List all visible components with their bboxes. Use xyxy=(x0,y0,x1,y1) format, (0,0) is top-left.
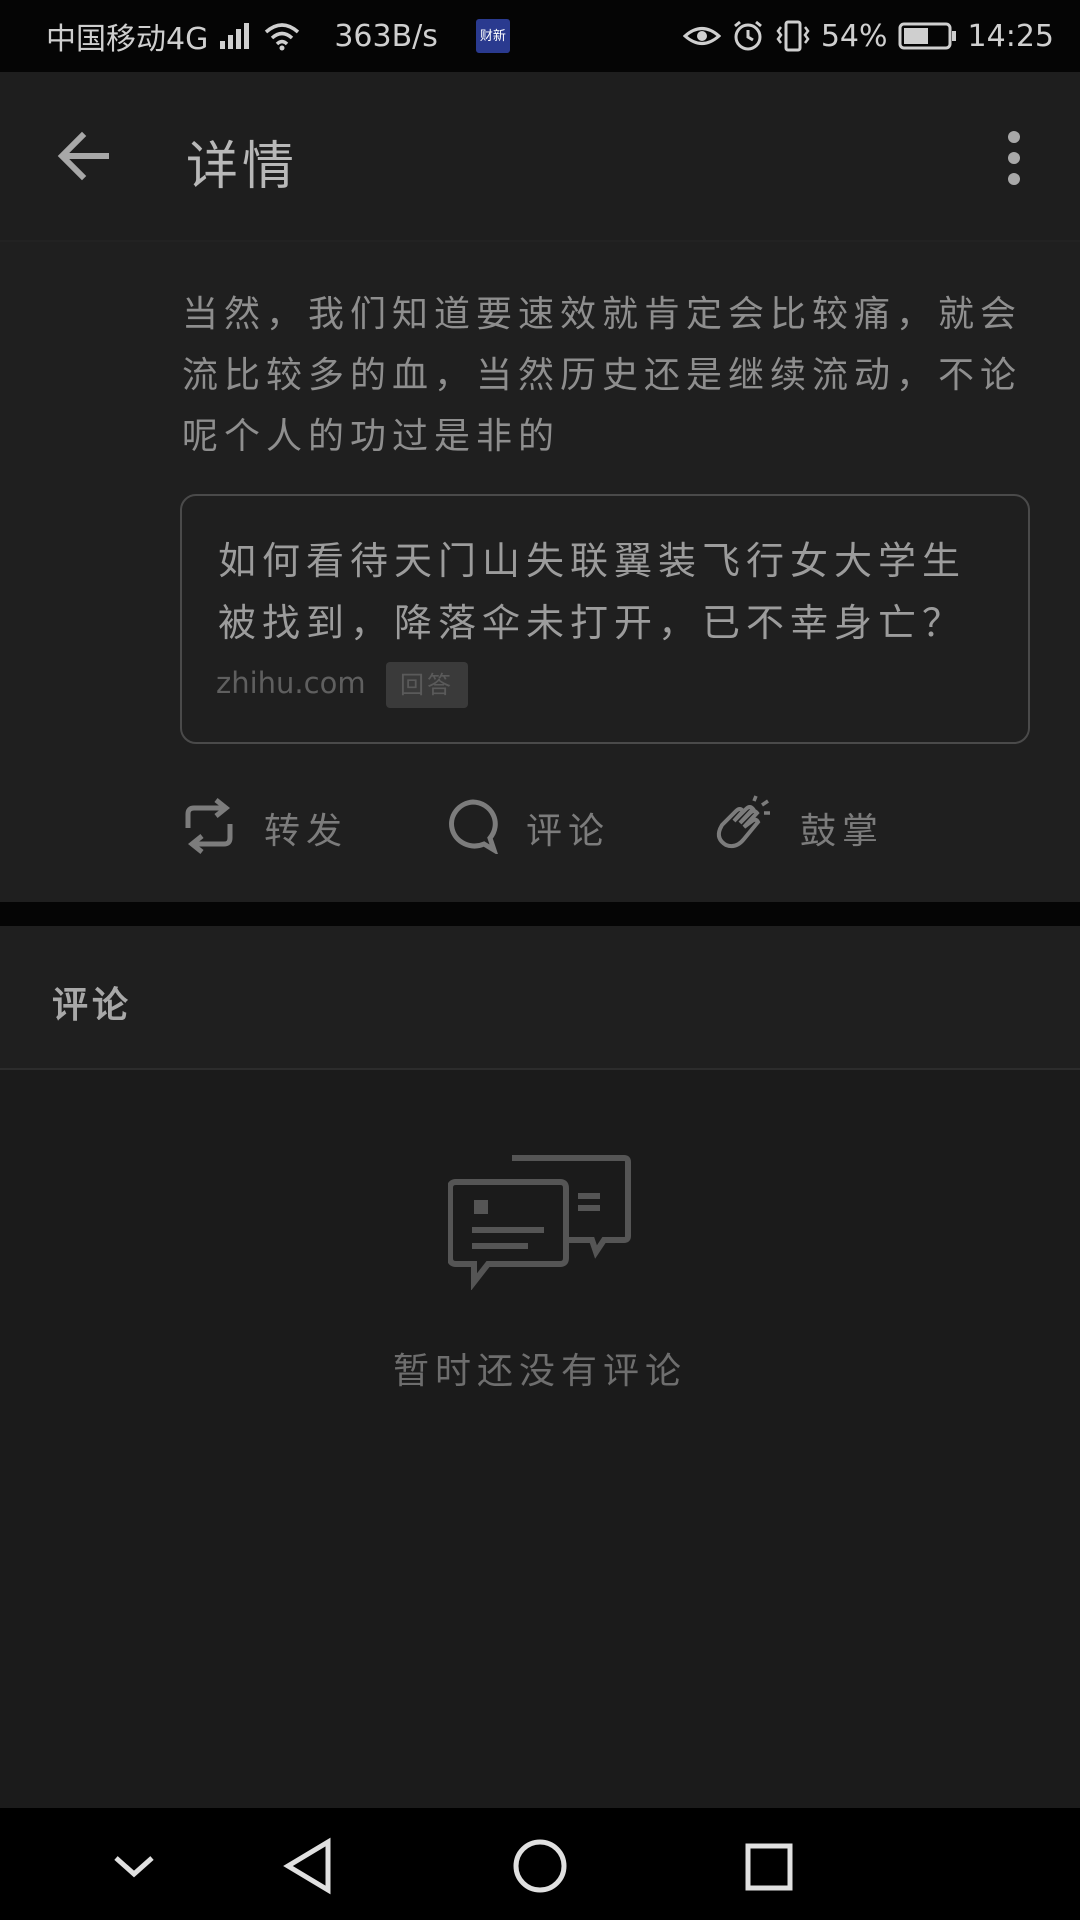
signal-icon xyxy=(218,21,252,51)
clap-label: 鼓掌 xyxy=(800,811,885,852)
empty-comments-text: 暂时还没有评论 xyxy=(392,1351,687,1392)
carrier-label: 中国移动4G xyxy=(46,22,209,57)
chevron-down-icon xyxy=(102,1856,166,1902)
repost-icon xyxy=(180,798,238,858)
net-speed: 363B/s xyxy=(334,18,438,54)
nav-hide-button[interactable] xyxy=(102,1834,166,1898)
square-recents-icon xyxy=(736,1843,800,1902)
page-title: 详情 xyxy=(186,137,299,197)
arrow-left-icon xyxy=(52,131,116,192)
link-card[interactable]: 如何看待天门山失联翼装飞行女大学生被找到，降落伞未打开，已不幸身亡？ zhihu… xyxy=(180,494,1030,744)
action-bar: 转发 评论 鼓掌 xyxy=(180,788,1040,868)
back-button[interactable] xyxy=(52,124,116,188)
wifi-icon xyxy=(262,21,302,51)
comments-header: 评论 xyxy=(0,926,1080,1070)
nav-recents-button[interactable] xyxy=(736,1834,800,1898)
alarm-icon xyxy=(731,19,765,53)
nav-back-button[interactable] xyxy=(278,1834,342,1898)
empty-comments-icon xyxy=(447,1154,632,1291)
link-card-source: zhihu.com xyxy=(216,666,366,700)
post-text: 当然，我们知道要速效就肯定会比较痛，就会流比较多的血，当然历史还是继续流动，不论… xyxy=(182,294,1023,457)
comment-label: 评论 xyxy=(526,811,611,852)
circle-home-icon xyxy=(508,1839,572,1902)
repost-button[interactable]: 转发 xyxy=(180,788,348,868)
clap-icon xyxy=(710,795,774,861)
eye-icon xyxy=(682,21,721,51)
clock: 14:25 xyxy=(967,18,1054,54)
comments-empty-state: 暂时还没有评论 xyxy=(0,1070,1080,1808)
post-detail: 当然，我们知道要速效就肯定会比较痛，就会流比较多的血，当然历史还是继续流动，不论… xyxy=(0,242,1080,902)
link-card-title: 如何看待天门山失联翼装飞行女大学生被找到，降落伞未打开，已不幸身亡？ xyxy=(218,539,967,645)
triangle-back-icon xyxy=(278,1837,342,1902)
more-button[interactable] xyxy=(996,128,1032,188)
nav-home-button[interactable] xyxy=(508,1834,572,1898)
app-notification-icon: 财新 xyxy=(475,19,510,53)
vibrate-icon xyxy=(775,19,811,53)
more-vertical-icon xyxy=(996,131,1032,192)
section-divider xyxy=(0,902,1080,926)
comment-bubble-icon xyxy=(446,798,500,858)
status-bar: 中国移动4G 363B/s 财新 54% 14:25 xyxy=(0,0,1080,72)
battery-icon xyxy=(898,21,958,51)
clap-button[interactable]: 鼓掌 xyxy=(710,788,884,868)
comments-title: 评论 xyxy=(52,985,133,1026)
battery-percent: 54% xyxy=(820,18,888,54)
comment-button[interactable]: 评论 xyxy=(446,788,610,868)
link-card-tag: 回答 xyxy=(386,662,468,708)
system-nav-bar xyxy=(0,1808,1080,1920)
repost-label: 转发 xyxy=(264,811,349,852)
app-bar: 详情 xyxy=(0,72,1080,242)
